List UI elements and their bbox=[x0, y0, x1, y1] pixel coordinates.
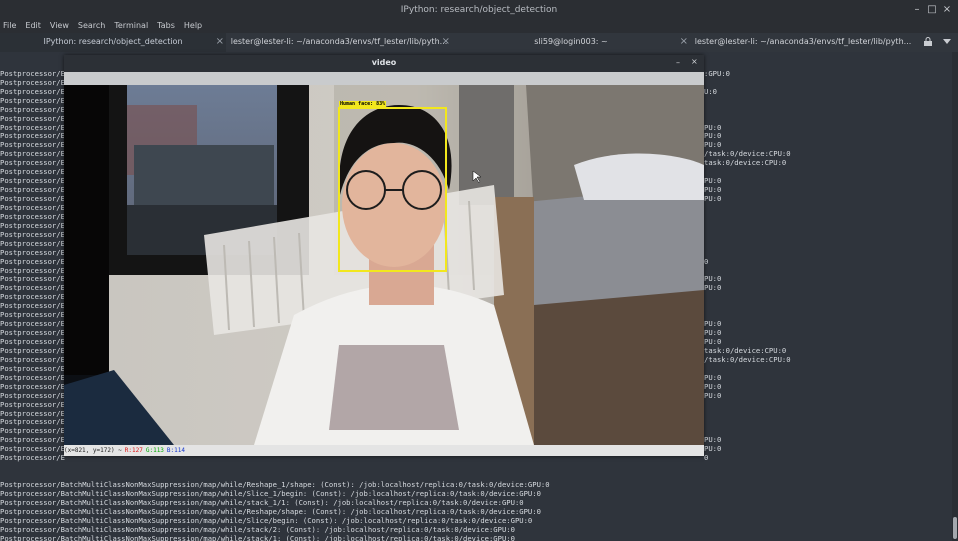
terminal-line-prefix: Postprocessor/E bbox=[0, 131, 65, 141]
terminal-line-suffix: PU:0 bbox=[704, 390, 722, 400]
terminal-line-prefix: Postprocessor/E bbox=[0, 292, 65, 302]
terminal-line-prefix: Postprocessor/E bbox=[0, 247, 65, 257]
terminal-line-prefix: Postprocessor/E bbox=[0, 185, 65, 195]
terminal-line-prefix: Postprocessor/E bbox=[0, 435, 65, 445]
video-status-bar: (x=821, y=172) ~ R:127 G:113 B:114 bbox=[64, 445, 704, 456]
chevron-down-icon[interactable] bbox=[943, 39, 951, 45]
terminal-line-prefix: Postprocessor/E bbox=[0, 390, 65, 400]
menu-bar: File Edit View Search Terminal Tabs Help bbox=[0, 20, 958, 33]
terminal-line-suffix: /task:0/device:CPU:0 bbox=[704, 354, 791, 364]
terminal-line-suffix: 0 bbox=[704, 453, 709, 463]
terminal-line-prefix: Postprocessor/E bbox=[0, 337, 65, 347]
close-icon[interactable]: × bbox=[941, 4, 953, 16]
terminal-line-prefix: Postprocessor/E bbox=[0, 113, 65, 123]
terminal-line-suffix: PU:0 bbox=[704, 194, 722, 204]
tab-lester-1[interactable]: lester@lester-li: ~/anaconda3/envs/tf_le… bbox=[226, 33, 452, 52]
terminal-line-suffix: task:0/device:CPU:0 bbox=[704, 158, 787, 168]
terminal-line-prefix: Postprocessor/E bbox=[0, 426, 65, 436]
terminal-line-prefix: Postprocessor/E bbox=[0, 68, 65, 78]
menu-terminal[interactable]: Terminal bbox=[114, 21, 148, 30]
terminal-line-prefix: Postprocessor/E bbox=[0, 176, 65, 186]
terminal-line-suffix: 0 bbox=[704, 256, 709, 266]
menu-file[interactable]: File bbox=[3, 21, 16, 30]
menu-search[interactable]: Search bbox=[78, 21, 105, 30]
menu-tabs[interactable]: Tabs bbox=[157, 21, 175, 30]
terminal-line-prefix: Postprocessor/E bbox=[0, 140, 65, 150]
terminal-line-prefix: Postprocessor/E bbox=[0, 319, 65, 329]
terminal-line-suffix: PU:0 bbox=[704, 283, 722, 293]
minimize-icon[interactable]: – bbox=[911, 4, 923, 16]
terminal-line-prefix: Postprocessor/E bbox=[0, 194, 65, 204]
video-frame: Human face: 83% bbox=[64, 85, 704, 445]
tab-close-icon[interactable]: × bbox=[216, 33, 224, 51]
video-window[interactable]: video – × Human face: 83% (x=821, y=172)… bbox=[64, 55, 704, 456]
terminal-line-prefix: Postprocessor/E bbox=[0, 77, 65, 87]
terminal-line-prefix: Postprocessor/E bbox=[0, 345, 65, 355]
detection-label: Human face: 83% bbox=[340, 101, 386, 107]
video-toolbar bbox=[64, 72, 704, 85]
terminal-line-prefix: Postprocessor/E bbox=[0, 328, 65, 338]
terminal-line-prefix: Postprocessor/E bbox=[0, 283, 65, 293]
tab-label: sli59@login003: ~ bbox=[534, 37, 608, 46]
terminal-line-prefix: Postprocessor/E bbox=[0, 265, 65, 275]
terminal-line-prefix: Postprocessor/E bbox=[0, 238, 65, 248]
terminal-line-suffix: U:0 bbox=[704, 86, 717, 96]
terminal-line-prefix: Postprocessor/E bbox=[0, 301, 65, 311]
terminal-line-prefix: Postprocessor/E bbox=[0, 122, 65, 132]
terminal-line-prefix: Postprocessor/E bbox=[0, 363, 65, 373]
terminal-line-prefix: Postprocessor/E bbox=[0, 417, 65, 427]
window-title: IPython: research/object_detection bbox=[400, 5, 558, 15]
tab-close-icon[interactable]: × bbox=[442, 33, 450, 51]
tab-sli59[interactable]: sli59@login003: ~ × bbox=[452, 33, 690, 52]
minimize-icon[interactable]: – bbox=[676, 58, 680, 67]
pixel-b: B:114 bbox=[166, 447, 185, 454]
terminal-line-prefix: Postprocessor/E bbox=[0, 453, 65, 463]
tab-close-icon[interactable]: × bbox=[680, 33, 688, 51]
terminal-line-prefix: Postprocessor/E bbox=[0, 274, 65, 284]
tab-label: lester@lester-li: ~/anaconda3/envs/tf_le… bbox=[694, 37, 912, 46]
video-title: video bbox=[371, 58, 397, 67]
terminal-line-prefix: Postprocessor/E bbox=[0, 149, 65, 159]
terminal-line-prefix: Postprocessor/E bbox=[0, 256, 65, 266]
terminal-line-prefix: Postprocessor/E bbox=[0, 354, 65, 364]
terminal-line: Postprocessor/BatchMultiClassNonMaxSuppr… bbox=[0, 533, 515, 541]
title-bar: IPython: research/object_detection – □ × bbox=[0, 0, 958, 20]
menu-help[interactable]: Help bbox=[184, 21, 202, 30]
terminal-line-prefix: Postprocessor/E bbox=[0, 167, 65, 177]
scrollbar[interactable] bbox=[952, 52, 958, 541]
terminal-line-prefix: Postprocessor/E bbox=[0, 104, 65, 114]
close-icon[interactable]: × bbox=[691, 57, 698, 66]
terminal-lower: Postprocessor/BatchMultiClassNonMaxSuppr… bbox=[0, 480, 950, 541]
menu-edit[interactable]: Edit bbox=[25, 21, 41, 30]
tab-label: IPython: research/object_detection bbox=[43, 37, 183, 46]
terminal-line-prefix: Postprocessor/E bbox=[0, 86, 65, 96]
tab-bar: IPython: research/object_detection × les… bbox=[0, 33, 958, 54]
video-titlebar: video – × bbox=[64, 55, 704, 72]
tab-label: lester@lester-li: ~/anaconda3/envs/tf_le… bbox=[230, 37, 448, 46]
lock-icon[interactable] bbox=[923, 37, 933, 47]
terminal-line-prefix: Postprocessor/E bbox=[0, 399, 65, 409]
terminal-line-prefix: Postprocessor/E bbox=[0, 202, 65, 212]
terminal-line-prefix: Postprocessor/E bbox=[0, 95, 65, 105]
tab-lester-2[interactable]: lester@lester-li: ~/anaconda3/envs/tf_le… bbox=[690, 33, 916, 52]
webcam-image bbox=[64, 85, 704, 445]
terminal-line-prefix: Postprocessor/E bbox=[0, 211, 65, 221]
terminal-line-prefix: Postprocessor/E bbox=[0, 381, 65, 391]
tab-ipython[interactable]: IPython: research/object_detection × bbox=[0, 33, 226, 54]
terminal-line-prefix: Postprocessor/E bbox=[0, 372, 65, 382]
terminal-line-prefix: Postprocessor/E bbox=[0, 444, 65, 454]
terminal-line-prefix: Postprocessor/E bbox=[0, 229, 65, 239]
terminal-line-prefix: Postprocessor/E bbox=[0, 220, 65, 230]
terminal-line-prefix: Postprocessor/E bbox=[0, 408, 65, 418]
menu-view[interactable]: View bbox=[50, 21, 69, 30]
terminal-line-prefix: Postprocessor/E bbox=[0, 158, 65, 168]
pixel-g: G:113 bbox=[145, 447, 164, 454]
scrollbar-thumb[interactable] bbox=[953, 517, 957, 539]
terminal-line-suffix: :GPU:0 bbox=[704, 68, 730, 78]
pixel-r: R:127 bbox=[124, 447, 143, 454]
pixel-coords: (x=821, y=172) ~ bbox=[64, 447, 122, 454]
terminal-line-prefix: Postprocessor/E bbox=[0, 310, 65, 320]
maximize-icon[interactable]: □ bbox=[926, 4, 938, 16]
